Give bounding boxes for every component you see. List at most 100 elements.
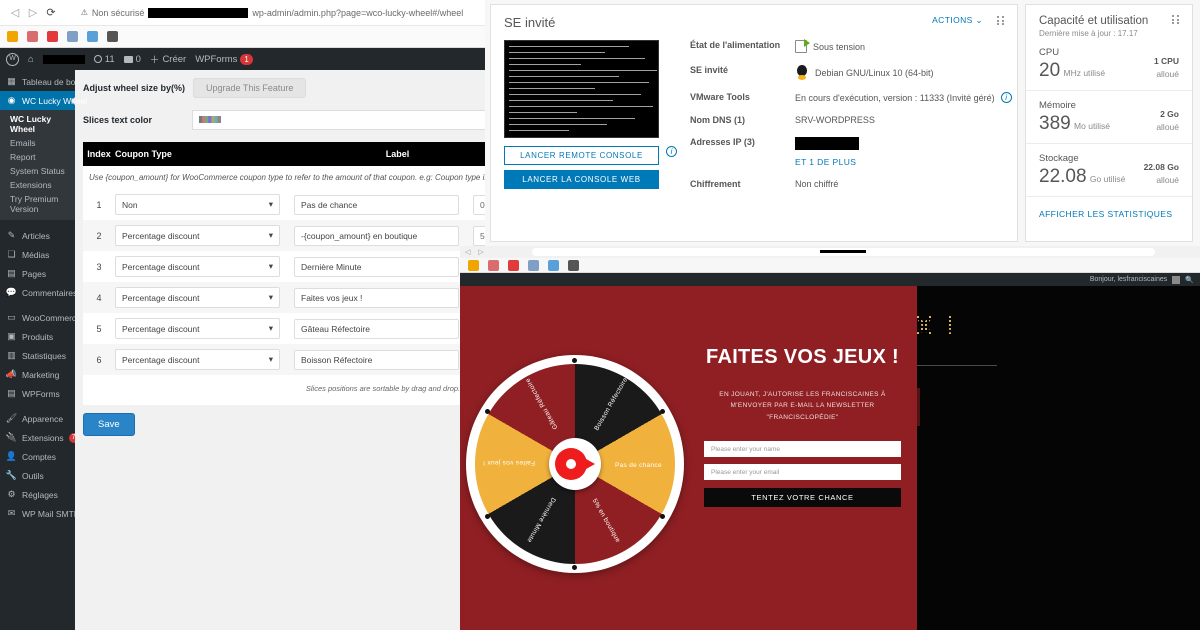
sidebar-item-outils[interactable]: 🔧 Outils	[0, 466, 75, 485]
popup-heading: FAITES VOS JEUX !	[706, 346, 899, 368]
bookmark-icon-1[interactable]	[7, 31, 18, 42]
wpforms-icon: ▤	[7, 388, 16, 398]
marketing-icon: 📣	[5, 369, 18, 379]
submenu-item-report[interactable]: Report	[0, 150, 75, 164]
lucky-wheel[interactable]: Pas de chance 5% en boutique Dernière Mi…	[466, 355, 684, 573]
sidebar-item-woocommerce[interactable]: ▭ WooCommerce	[0, 308, 81, 327]
submenu-item-extensions[interactable]: Extensions	[0, 178, 75, 192]
sidebar-item-articles[interactable]: ✎ Articles	[0, 226, 75, 245]
updates-indicator[interactable]: 11	[93, 53, 115, 65]
forward-icon[interactable]: ▷	[478, 248, 483, 256]
slices-text-color-input[interactable]	[192, 110, 490, 130]
launch-remote-console-button[interactable]: LANCER REMOTE CONSOLE	[504, 146, 659, 165]
comments-indicator[interactable]: 0	[123, 54, 141, 65]
sidebar-item-comptes[interactable]: 👤 Comptes	[0, 447, 75, 466]
coupon-type-select[interactable]: Percentage discount ▾	[115, 318, 280, 339]
new-content-button[interactable]: ＋ Créer	[150, 52, 186, 67]
row-index: 4	[96, 292, 102, 303]
sidebar-item-dashboard[interactable]: ▦ Tableau de bord	[0, 72, 83, 91]
upgrade-feature-button[interactable]: Upgrade This Feature	[193, 78, 307, 98]
slice-label-input[interactable]: Boisson Réfectoire	[294, 349, 459, 370]
email-input[interactable]: Please enter your email	[704, 464, 901, 481]
sidebar-item-medias[interactable]: ❏ Médias	[0, 245, 75, 264]
sidebar-item-wp-mail-smtp[interactable]: ✉ WP Mail SMTP	[0, 504, 80, 523]
bookmark-icon-5[interactable]	[87, 31, 98, 42]
coupon-type-select[interactable]: Percentage discount ▾	[115, 349, 280, 370]
sidebar-item-statistiques[interactable]: ▥ Statistiques	[0, 346, 75, 365]
bookmark-icon-6[interactable]	[568, 259, 579, 271]
avatar[interactable]	[1172, 275, 1181, 284]
info-icon[interactable]: i	[666, 146, 677, 157]
slice-label-input[interactable]: -{coupon_amount} en boutique	[294, 225, 459, 246]
sidebar-item-pages[interactable]: ▤ Pages	[0, 264, 75, 283]
sidebar-item-reglages[interactable]: ⚙ Réglages	[0, 485, 75, 504]
drag-handle-icon[interactable]	[997, 16, 1006, 25]
submenu-item-wc-lucky-wheel[interactable]: WC Lucky Wheel	[0, 112, 75, 136]
slice-label-input[interactable]: Faites vos jeux !	[294, 287, 459, 308]
vm-console-thumbnail[interactable]	[504, 40, 659, 138]
updates-count: 11	[104, 53, 115, 65]
front-address-bar[interactable]	[531, 248, 1155, 256]
view-statistics-link[interactable]: AFFICHER LES STATISTIQUES	[1026, 197, 1192, 231]
coupon-type-select[interactable]: Percentage discount ▾	[115, 225, 280, 246]
save-button[interactable]: Save	[83, 413, 135, 436]
appearance-icon: 🖌	[5, 413, 18, 423]
coupon-type-select[interactable]: Non ▾	[115, 194, 280, 215]
sidebar-item-marketing[interactable]: 📣 Marketing	[0, 365, 75, 384]
bookmark-icon-4[interactable]	[67, 31, 78, 42]
capacity-block-storage: Stockage 22.08 Go utilisé 22.08 Go allou…	[1026, 144, 1192, 197]
coupon-type-select[interactable]: Percentage discount ▾	[115, 287, 280, 308]
bookmark-icon-2[interactable]	[488, 259, 499, 271]
sidebar-item-wc-lucky-wheel[interactable]: ◉ WC Lucky Wheel	[0, 91, 87, 110]
sidebar-item-produits[interactable]: ▣ Produits	[0, 327, 75, 346]
site-home-icon[interactable]: ⌂	[28, 54, 34, 65]
submenu-item-system-status[interactable]: System Status	[0, 164, 75, 178]
sidebar-item-wpforms[interactable]: ▤ WPForms	[0, 384, 75, 403]
sidebar-item-commentaires[interactable]: 💬 Commentaires	[0, 283, 77, 302]
sidebar-item-apparence[interactable]: 🖌 Apparence	[0, 409, 75, 428]
bookmark-icon-2[interactable]	[27, 31, 38, 42]
info-icon[interactable]: i	[1000, 92, 1012, 103]
wpforms-adminbar-item[interactable]: WPForms 1	[195, 53, 253, 65]
wheel-pointer-icon	[555, 448, 595, 480]
bookmark-icon-5[interactable]	[548, 259, 559, 271]
property-value: Debian GNU/Linux 10 (64-bit)	[795, 65, 934, 80]
forward-icon[interactable]: ▷	[24, 4, 42, 22]
search-icon[interactable]: 🔍	[1185, 276, 1194, 284]
launch-web-console-button[interactable]: LANCER LA CONSOLE WEB	[504, 170, 659, 189]
slice-label-input[interactable]: Dernière Minute	[294, 256, 459, 277]
slice-label-input[interactable]: Gâteau Réfectoire	[294, 318, 459, 339]
bookmark-icon-3[interactable]	[508, 259, 519, 271]
back-icon[interactable]: ◁	[6, 4, 24, 22]
bookmark-icon-3[interactable]	[47, 31, 58, 42]
dashboard-icon: ▦	[7, 76, 16, 86]
drag-handle-icon[interactable]	[1172, 15, 1181, 24]
submenu-item-emails[interactable]: Emails	[0, 136, 75, 150]
bookmark-icon-1[interactable]	[468, 259, 479, 271]
coupon-type-select[interactable]: Percentage discount ▾	[115, 256, 280, 277]
wordpress-logo-icon[interactable]	[6, 52, 19, 66]
address-bar[interactable]: ⚠ Non sécurisé wp-admin/admin.php?page=w…	[60, 7, 484, 18]
actions-label: ACTIONS	[932, 15, 973, 25]
wp-admin-sidebar: ▦ Tableau de bord ◉ WC Lucky Wheel WC Lu…	[0, 70, 87, 630]
property-key: SE invité	[690, 65, 729, 75]
property-key: État de l'alimentation	[690, 40, 781, 50]
allocation-value: 2 Go	[1160, 109, 1179, 119]
column-header-coupon-type: Coupon Type	[115, 149, 172, 159]
console-column: LANCER REMOTE CONSOLE i LANCER LA CONSOL…	[504, 40, 677, 201]
reload-icon[interactable]: ⟳	[42, 4, 60, 22]
name-input[interactable]: Please enter your name	[704, 441, 901, 458]
slice-label-input[interactable]: Pas de chance	[294, 194, 459, 215]
spin-button[interactable]: TENTEZ VOTRE CHANCE	[704, 488, 901, 508]
capacity-unit: MHz utilisé	[1063, 68, 1106, 78]
bookmark-icon-4[interactable]	[528, 259, 539, 271]
back-icon[interactable]: ◁	[465, 248, 470, 256]
wheel-slices-table: Index Coupon Type Label Use {coupon_amou…	[83, 142, 490, 405]
table-row: 3 Percentage discount▾ Dernière Minute 5	[83, 251, 490, 282]
actions-menu-button[interactable]: ACTIONS ⌄	[932, 15, 983, 26]
property-vmware-tools: VMware Tools En cours d'exécution, versi…	[690, 92, 1017, 103]
more-ips-link[interactable]: ET 1 DE PLUS	[795, 157, 856, 167]
submenu-item-try-premium[interactable]: Try Premium Version	[0, 192, 75, 216]
bookmark-icon-6[interactable]	[107, 31, 118, 42]
sidebar-item-extensions[interactable]: 🔌 Extensions 7	[0, 428, 79, 447]
